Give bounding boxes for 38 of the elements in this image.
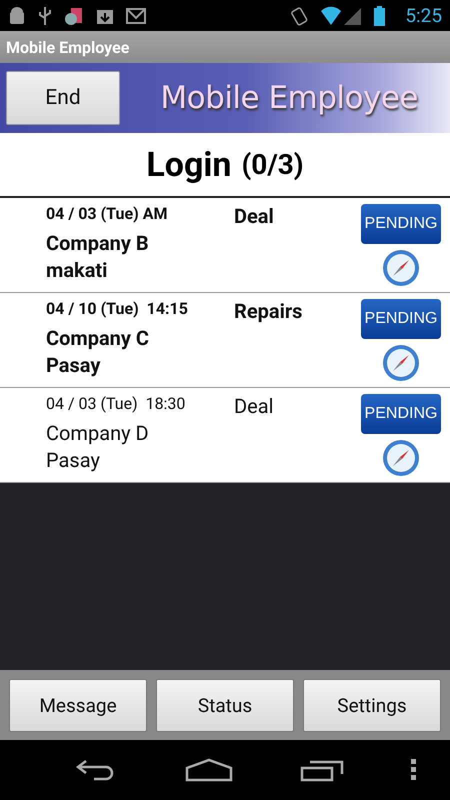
compass-icon[interactable]: [382, 249, 420, 287]
company-name: Company B: [46, 231, 150, 255]
pending-badge-button[interactable]: PENDING: [361, 204, 441, 244]
visit-date: 04 / 03 (Tue) AM: [46, 204, 168, 225]
bottom-button[interactable]: Settings: [303, 679, 441, 732]
visit-row[interactable]: 04 / 03 (Tue) 18:30 Deal Company D Pasay PENDING: [0, 388, 450, 483]
recent-apps-icon[interactable]: [300, 758, 344, 782]
pending-badge-button[interactable]: PENDING: [361, 299, 441, 339]
company-name: Company D: [46, 421, 150, 445]
logo-text: Mobile Employee: [159, 80, 419, 116]
usb-icon: [38, 6, 52, 26]
mail-icon: [126, 8, 146, 24]
visit-row[interactable]: 04 / 10 (Tue) 14:15 Repairs Company C Pasay PENDING: [0, 293, 450, 388]
app-title: Mobile Employee: [6, 38, 130, 56]
place-name: makati: [46, 258, 108, 282]
wifi-signal-icon: [320, 6, 362, 26]
company-name: Company C: [46, 326, 150, 350]
page-title: Login: [146, 144, 232, 184]
battery-icon: [374, 6, 386, 26]
bottom-button[interactable]: Status: [156, 679, 294, 732]
place-name: Pasay: [46, 448, 101, 472]
compass-icon[interactable]: [382, 439, 420, 477]
visit-type: Repairs: [234, 299, 302, 323]
place-name: Pasay: [46, 353, 102, 377]
end-button[interactable]: End: [6, 71, 120, 125]
visit-row[interactable]: 04 / 03 (Tue) AM Deal Company B makati PENDING: [0, 198, 450, 293]
visit-date: 04 / 03 (Tue) 18:30: [46, 394, 186, 415]
home-icon[interactable]: [184, 758, 232, 782]
pending-badge-button[interactable]: PENDING: [361, 394, 441, 434]
bottom-button[interactable]: Message: [9, 679, 147, 732]
visit-type: Deal: [234, 204, 274, 228]
menu-icon[interactable]: [410, 759, 416, 781]
vibrate-icon: [290, 6, 308, 26]
clock: 5:25: [405, 4, 442, 27]
compass-icon[interactable]: [382, 344, 420, 382]
login-count: (0/3): [241, 148, 304, 181]
visit-date: 04 / 10 (Tue) 14:15: [46, 299, 189, 320]
visit-type: Deal: [234, 394, 274, 418]
